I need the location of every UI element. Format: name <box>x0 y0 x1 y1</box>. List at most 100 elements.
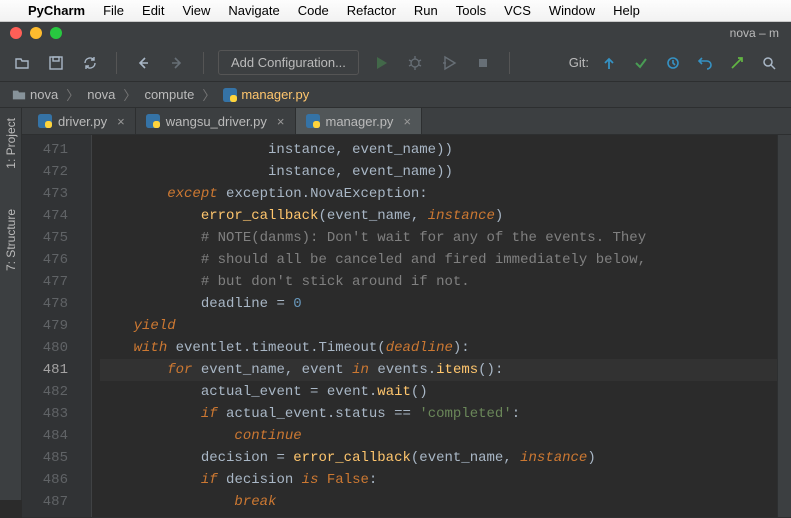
code-line[interactable]: instance, event_name)) <box>100 161 777 183</box>
chevron-right-icon: 〉 <box>123 85 136 104</box>
menu-edit[interactable]: Edit <box>142 3 164 18</box>
menu-run[interactable]: Run <box>414 3 438 18</box>
code-line[interactable]: # should all be canceled and fired immed… <box>100 249 777 271</box>
line-number: 474 <box>22 205 68 227</box>
sync-icon[interactable] <box>78 51 102 75</box>
tab-wangsu[interactable]: wangsu_driver.py × <box>136 108 296 134</box>
vcs-update-icon[interactable] <box>597 51 621 75</box>
crumb-file[interactable]: manager.py <box>219 87 313 102</box>
code-line[interactable]: except exception.NovaException: <box>100 183 777 205</box>
close-icon[interactable]: × <box>277 114 285 129</box>
code-line[interactable]: for event_name, event in events.items(): <box>100 359 777 381</box>
stop-icon[interactable] <box>471 51 495 75</box>
python-file-icon <box>38 114 52 128</box>
close-window-button[interactable] <box>10 27 22 39</box>
line-number: 483 <box>22 403 68 425</box>
menu-vcs[interactable]: VCS <box>504 3 531 18</box>
tab-driver[interactable]: driver.py × <box>28 108 136 134</box>
line-number: 479 <box>22 315 68 337</box>
menu-refactor[interactable]: Refactor <box>347 3 396 18</box>
project-tool-tab[interactable]: 1: Project <box>4 118 18 169</box>
minimize-window-button[interactable] <box>30 27 42 39</box>
line-number: 480 <box>22 337 68 359</box>
line-number: 485 <box>22 447 68 469</box>
line-number: 481 <box>22 359 68 381</box>
code-line[interactable]: if actual_event.status == 'completed': <box>100 403 777 425</box>
menu-tools[interactable]: Tools <box>456 3 486 18</box>
back-icon[interactable] <box>131 51 155 75</box>
menu-window[interactable]: Window <box>549 3 595 18</box>
line-number: 484 <box>22 425 68 447</box>
line-number: 482 <box>22 381 68 403</box>
search-icon[interactable] <box>757 51 781 75</box>
line-number: 476 <box>22 249 68 271</box>
code-editor[interactable]: 4714724734744754764774784794804814824834… <box>22 135 791 517</box>
close-icon[interactable]: × <box>403 114 411 129</box>
python-file-icon <box>306 114 320 128</box>
line-number: 487 <box>22 491 68 513</box>
separator <box>509 52 510 74</box>
code-line[interactable]: if decision is False: <box>100 469 777 491</box>
run-config-dropdown[interactable]: Add Configuration... <box>218 50 359 75</box>
window-title: nova – m <box>730 26 779 40</box>
line-number: 478 <box>22 293 68 315</box>
editor-tabs: driver.py × wangsu_driver.py × manager.p… <box>22 108 791 135</box>
separator <box>116 52 117 74</box>
line-number: 473 <box>22 183 68 205</box>
run-with-coverage-icon[interactable] <box>437 51 461 75</box>
menu-code[interactable]: Code <box>298 3 329 18</box>
window-titlebar: nova – m <box>0 22 791 44</box>
run-config-label: Add Configuration... <box>231 55 346 70</box>
error-stripe[interactable] <box>777 135 791 517</box>
forward-icon[interactable] <box>165 51 189 75</box>
open-icon[interactable] <box>10 51 34 75</box>
zoom-window-button[interactable] <box>50 27 62 39</box>
vcs-commit-icon[interactable] <box>629 51 653 75</box>
crumb-root[interactable]: nova <box>8 87 62 102</box>
left-tool-strip: 1: Project 7: Structure <box>0 108 22 500</box>
vcs-history-icon[interactable] <box>661 51 685 75</box>
line-number: 477 <box>22 271 68 293</box>
save-icon[interactable] <box>44 51 68 75</box>
menu-view[interactable]: View <box>182 3 210 18</box>
line-number: 486 <box>22 469 68 491</box>
mac-menu-bar: PyCharm File Edit View Navigate Code Ref… <box>0 0 791 22</box>
structure-tool-tab[interactable]: 7: Structure <box>4 209 18 271</box>
code-line[interactable]: continue <box>100 425 777 447</box>
run-icon[interactable] <box>369 51 393 75</box>
code-line[interactable]: instance, event_name)) <box>100 139 777 161</box>
line-number: 475 <box>22 227 68 249</box>
main-toolbar: Add Configuration... Git: <box>0 44 791 82</box>
debug-icon[interactable] <box>403 51 427 75</box>
code-line[interactable]: error_callback(event_name, instance) <box>100 205 777 227</box>
crumb-2[interactable]: compute <box>140 87 198 102</box>
tab-manager[interactable]: manager.py × <box>296 108 423 134</box>
line-number-gutter: 4714724734744754764774784794804814824834… <box>22 135 78 517</box>
fold-gutter[interactable] <box>78 135 92 517</box>
code-line[interactable]: yield <box>100 315 777 337</box>
chevron-right-icon: 〉 <box>202 85 215 104</box>
close-icon[interactable]: × <box>117 114 125 129</box>
separator <box>203 52 204 74</box>
git-label: Git: <box>569 55 589 70</box>
tab-label: driver.py <box>58 114 107 129</box>
code-line[interactable]: break <box>100 491 777 513</box>
menu-app[interactable]: PyCharm <box>28 3 85 18</box>
menu-file[interactable]: File <box>103 3 124 18</box>
code-line[interactable]: with eventlet.timeout.Timeout(deadline): <box>100 337 777 359</box>
tab-label: wangsu_driver.py <box>166 114 267 129</box>
code-line[interactable]: # but don't stick around if not. <box>100 271 777 293</box>
code-line[interactable]: decision = error_callback(event_name, in… <box>100 447 777 469</box>
chevron-right-icon: 〉 <box>66 85 79 104</box>
code-line[interactable]: actual_event = event.wait() <box>100 381 777 403</box>
code-area[interactable]: instance, event_name)) instance, event_n… <box>92 135 777 517</box>
code-line[interactable]: # NOTE(danms): Don't wait for any of the… <box>100 227 777 249</box>
breadcrumb: nova 〉 nova 〉 compute 〉 manager.py <box>0 82 791 108</box>
ide-update-icon[interactable] <box>725 51 749 75</box>
menu-help[interactable]: Help <box>613 3 640 18</box>
crumb-1[interactable]: nova <box>83 87 119 102</box>
code-line[interactable]: deadline = 0 <box>100 293 777 315</box>
line-number: 472 <box>22 161 68 183</box>
menu-navigate[interactable]: Navigate <box>228 3 279 18</box>
vcs-revert-icon[interactable] <box>693 51 717 75</box>
